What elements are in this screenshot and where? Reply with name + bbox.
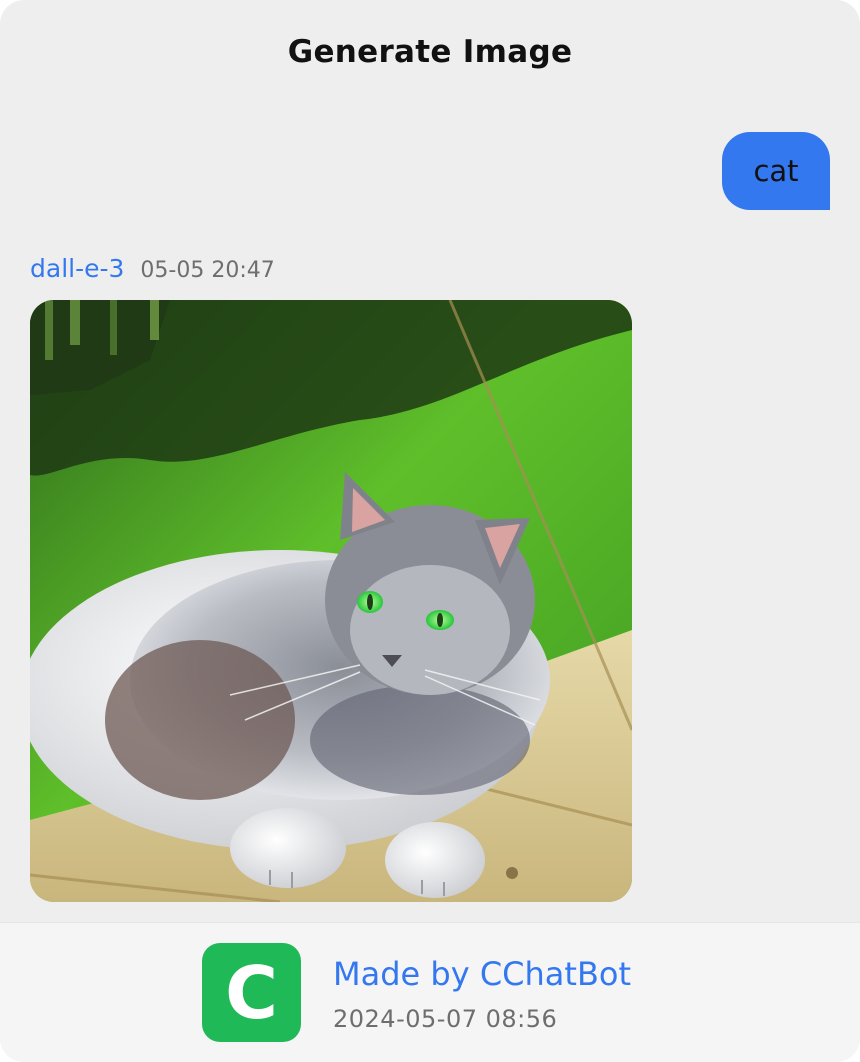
user-message-bubble[interactable]: cat (722, 132, 830, 210)
made-by-label: Made by CChatBot (333, 955, 632, 993)
generated-image[interactable] (30, 300, 632, 902)
app-logo-icon: C (202, 943, 301, 1042)
user-message-text: cat (753, 154, 799, 188)
bot-message-meta: dall-e-3 05-05 20:47 (30, 254, 275, 283)
model-name: dall-e-3 (30, 254, 125, 283)
cat-illustration (30, 300, 632, 902)
screen: Generate Image cat dall-e-3 05-05 20:47 (0, 0, 860, 1062)
message-timestamp: 05-05 20:47 (140, 258, 275, 283)
made-date: 2024-05-07 08:56 (333, 1005, 558, 1033)
page-title: Generate Image (287, 34, 573, 70)
footer-watermark: C Made by CChatBot 2024-05-07 08:56 (0, 922, 860, 1062)
